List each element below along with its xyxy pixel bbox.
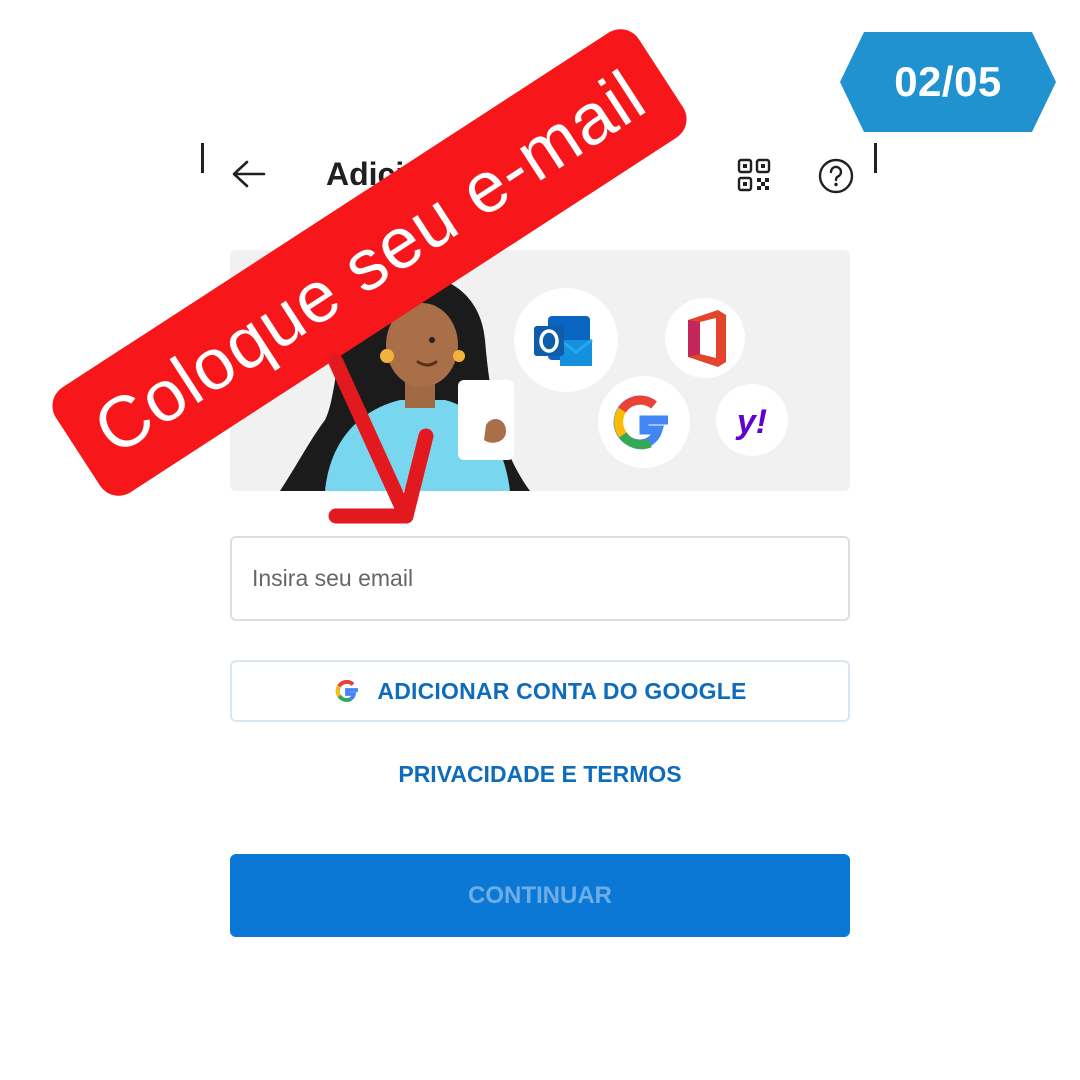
page-indicator-badge: 02/05 bbox=[840, 32, 1056, 132]
toolbar-edge bbox=[201, 143, 204, 173]
outlook-logo bbox=[514, 288, 618, 392]
qr-code-icon[interactable] bbox=[737, 158, 771, 192]
screen: Adici y! Insira seu email ADICIONAR CONT… bbox=[0, 0, 1080, 1080]
svg-text:y!: y! bbox=[735, 403, 767, 441]
toolbar-edge bbox=[874, 143, 877, 173]
add-google-account-label: ADICIONAR CONTA DO GOOGLE bbox=[377, 677, 747, 704]
continue-button[interactable]: CONTINUAR bbox=[230, 854, 850, 937]
office-logo bbox=[665, 298, 745, 378]
google-logo bbox=[598, 376, 690, 468]
yahoo-logo: y! bbox=[716, 384, 788, 456]
privacy-terms-link[interactable]: PRIVACIDADE E TERMOS bbox=[230, 761, 850, 788]
help-circle-icon[interactable] bbox=[817, 157, 855, 195]
back-arrow-icon[interactable] bbox=[228, 155, 270, 193]
red-down-arrow-icon bbox=[328, 354, 434, 524]
google-g-icon bbox=[336, 679, 359, 702]
email-field[interactable] bbox=[230, 536, 850, 621]
page-indicator-text: 02/05 bbox=[894, 58, 1002, 105]
add-google-account-button[interactable]: ADICIONAR CONTA DO GOOGLE bbox=[230, 660, 850, 722]
